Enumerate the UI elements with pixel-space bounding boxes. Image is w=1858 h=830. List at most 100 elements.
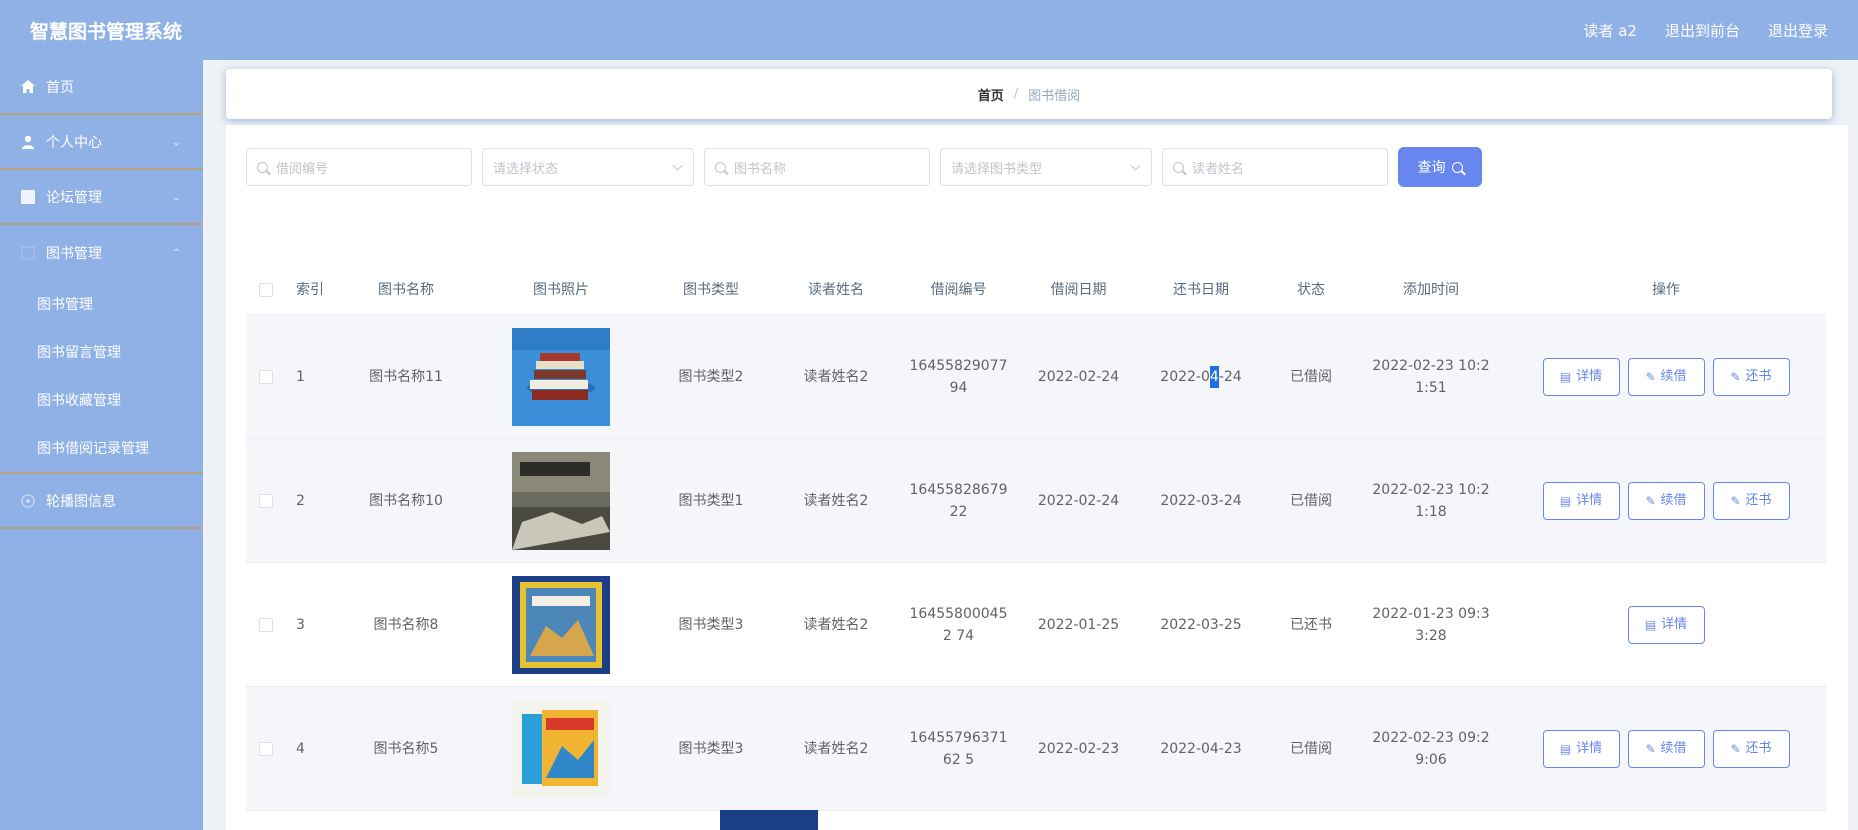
breadcrumb-home[interactable]: 首页 — [978, 85, 1004, 104]
reader-name-placeholder: 读者姓名 — [1192, 161, 1245, 177]
return-button[interactable]: ✎ 还书 — [1712, 729, 1790, 768]
query-button[interactable]: 查询 — [1398, 147, 1482, 187]
sidebar-subitem-book-management[interactable]: 图书管理 — [0, 280, 203, 328]
status-placeholder: 请选择状态 — [493, 161, 559, 177]
sidebar-item-label: 轮播图信息 — [46, 493, 116, 510]
detail-label: 详情 — [1576, 740, 1603, 756]
header-actions: 读者 a2 退出到前台 退出登录 — [1583, 20, 1828, 41]
cell-return-date: 2022-0 4 -24 — [1136, 365, 1266, 388]
cell-added: 2022-02-23 10:21:51 — [1372, 357, 1490, 396]
return-label: 还书 — [1745, 740, 1772, 756]
select-all-checkbox[interactable] — [259, 282, 273, 297]
renew-button[interactable]: ✎ 续借 — [1627, 357, 1705, 396]
detail-label: 详情 — [1576, 492, 1603, 508]
exit-to-front-link[interactable]: 退出到前台 — [1665, 20, 1740, 41]
return-date-part: 2022-0 — [1160, 368, 1210, 385]
table-row: 3 图书名称8 图书类型3 读者姓名2 164558000452 74 2022… — [246, 563, 1826, 687]
cell-reader: 读者姓名2 — [803, 368, 869, 385]
chevron-down-icon — [1130, 160, 1141, 171]
current-user[interactable]: 读者 a2 — [1583, 20, 1637, 41]
cell-status: 已还书 — [1290, 616, 1332, 633]
cell-status: 已借阅 — [1290, 492, 1332, 509]
sidebar-item-personal-center[interactable]: 个人中心 ⌄ — [0, 115, 203, 170]
return-button[interactable]: ✎ 还书 — [1712, 357, 1790, 396]
cell-name: 图书名称11 — [369, 368, 443, 385]
row-checkbox[interactable] — [259, 741, 273, 756]
edit-icon: ✎ — [1730, 369, 1741, 384]
book-cover-image[interactable] — [512, 451, 610, 550]
renew-button[interactable]: ✎ 续借 — [1627, 729, 1705, 768]
edit-icon: ✎ — [1730, 741, 1741, 756]
sidebar-item-home[interactable]: 首页 — [0, 60, 203, 115]
logout-link[interactable]: 退出登录 — [1768, 20, 1828, 41]
user-icon — [20, 134, 36, 150]
cell-added: 2022-02-23 09:29:06 — [1372, 729, 1490, 768]
cell-type: 图书类型3 — [678, 616, 744, 633]
cell-borrow-no: 1645582867922 — [909, 481, 1008, 520]
sidebar-item-label: 首页 — [46, 79, 74, 96]
sidebar-subitem-borrow-records[interactable]: 图书借阅记录管理 — [0, 424, 203, 472]
row-checkbox[interactable] — [259, 493, 273, 508]
col-name: 图书名称 — [378, 281, 434, 298]
cell-status: 已借阅 — [1290, 368, 1332, 385]
sidebar: 首页 个人中心 ⌄ 论坛管理 ⌄ 图书管理 ⌃ 图书管理 图书留言管理 图书收藏… — [0, 60, 203, 830]
breadcrumb-separator: / — [1013, 86, 1019, 102]
col-picture: 图书照片 — [533, 281, 589, 298]
cell-return-date: 2022-03-25 — [1160, 616, 1242, 633]
edit-icon: ✎ — [1730, 493, 1741, 508]
sidebar-subitem-book-favorites[interactable]: 图书收藏管理 — [0, 376, 203, 424]
cell-index: 3 — [296, 616, 305, 633]
book-type-select[interactable]: 请选择图书类型 — [940, 148, 1152, 186]
picture-icon — [20, 493, 36, 509]
cell-borrow-no: 1645582907794 — [909, 357, 1008, 396]
sidebar-item-label: 图书管理 — [46, 245, 102, 262]
text-selection-highlight: 4 — [1209, 365, 1219, 388]
sidebar-item-label: 个人中心 — [46, 134, 102, 151]
document-icon: ▤ — [1559, 369, 1572, 384]
cell-name: 图书名称10 — [369, 492, 443, 509]
renew-button[interactable]: ✎ 续借 — [1627, 481, 1705, 520]
detail-button[interactable]: ▤ 详情 — [1542, 481, 1620, 520]
detail-button[interactable]: ▤ 详情 — [1542, 729, 1620, 768]
book-cover-image[interactable] — [512, 699, 610, 798]
sidebar-item-carousel[interactable]: 轮播图信息 — [0, 474, 203, 529]
sidebar-item-book-management[interactable]: 图书管理 ⌃ — [0, 225, 203, 280]
book-cover-image[interactable] — [512, 575, 610, 674]
search-icon — [1451, 161, 1463, 173]
chevron-down-icon: ⌄ — [171, 190, 181, 203]
col-type: 图书类型 — [683, 281, 739, 298]
detail-button[interactable]: ▤ 详情 — [1542, 357, 1620, 396]
top-bar: 智慧图书管理系统 读者 a2 退出到前台 退出登录 — [0, 0, 1858, 60]
renew-label: 续借 — [1660, 740, 1687, 756]
cell-type: 图书类型2 — [678, 368, 744, 385]
col-index: 索引 — [296, 281, 324, 298]
table-header: 索引 图书名称 图书照片 图书类型 读者姓名 借阅编号 借阅日期 还书日期 状态… — [246, 265, 1826, 315]
col-ops: 操作 — [1652, 281, 1680, 298]
cell-name: 图书名称5 — [373, 740, 439, 757]
row-checkbox[interactable] — [259, 369, 273, 384]
renew-label: 续借 — [1660, 368, 1687, 384]
status-select[interactable]: 请选择状态 — [482, 148, 694, 186]
filter-bar: 借阅编号 请选择状态 图书名称 请选择图书类型 读者姓名 查询 — [246, 147, 1482, 187]
cell-return-date: 2022-04-23 — [1160, 740, 1242, 757]
query-label: 查询 — [1417, 160, 1446, 176]
reader-name-input[interactable]: 读者姓名 — [1162, 148, 1388, 186]
table-row: 2 图书名称10 图书类型1 读者姓名2 1645582867922 2022-… — [246, 439, 1826, 563]
col-added: 添加时间 — [1403, 281, 1459, 298]
borrow-table: 索引 图书名称 图书照片 图书类型 读者姓名 借阅编号 借阅日期 还书日期 状态… — [246, 265, 1826, 811]
col-borrow-no: 借阅编号 — [930, 281, 987, 298]
sidebar-subitem-book-messages[interactable]: 图书留言管理 — [0, 328, 203, 376]
row-checkbox[interactable] — [259, 617, 273, 632]
borrow-no-input[interactable]: 借阅编号 — [246, 148, 472, 186]
detail-label: 详情 — [1661, 616, 1688, 632]
book-name-input[interactable]: 图书名称 — [704, 148, 930, 186]
detail-button[interactable]: ▤ 详情 — [1627, 605, 1705, 644]
search-icon — [257, 161, 268, 173]
cell-borrow-date: 2022-02-24 — [1037, 492, 1120, 509]
cell-borrow-date: 2022-02-24 — [1037, 368, 1120, 385]
cell-type: 图书类型1 — [678, 492, 744, 509]
book-cover-image[interactable] — [512, 327, 610, 426]
sidebar-item-forum[interactable]: 论坛管理 ⌄ — [0, 170, 203, 225]
cell-borrow-no: 164558000452 74 — [909, 605, 1008, 644]
return-button[interactable]: ✎ 还书 — [1712, 481, 1790, 520]
